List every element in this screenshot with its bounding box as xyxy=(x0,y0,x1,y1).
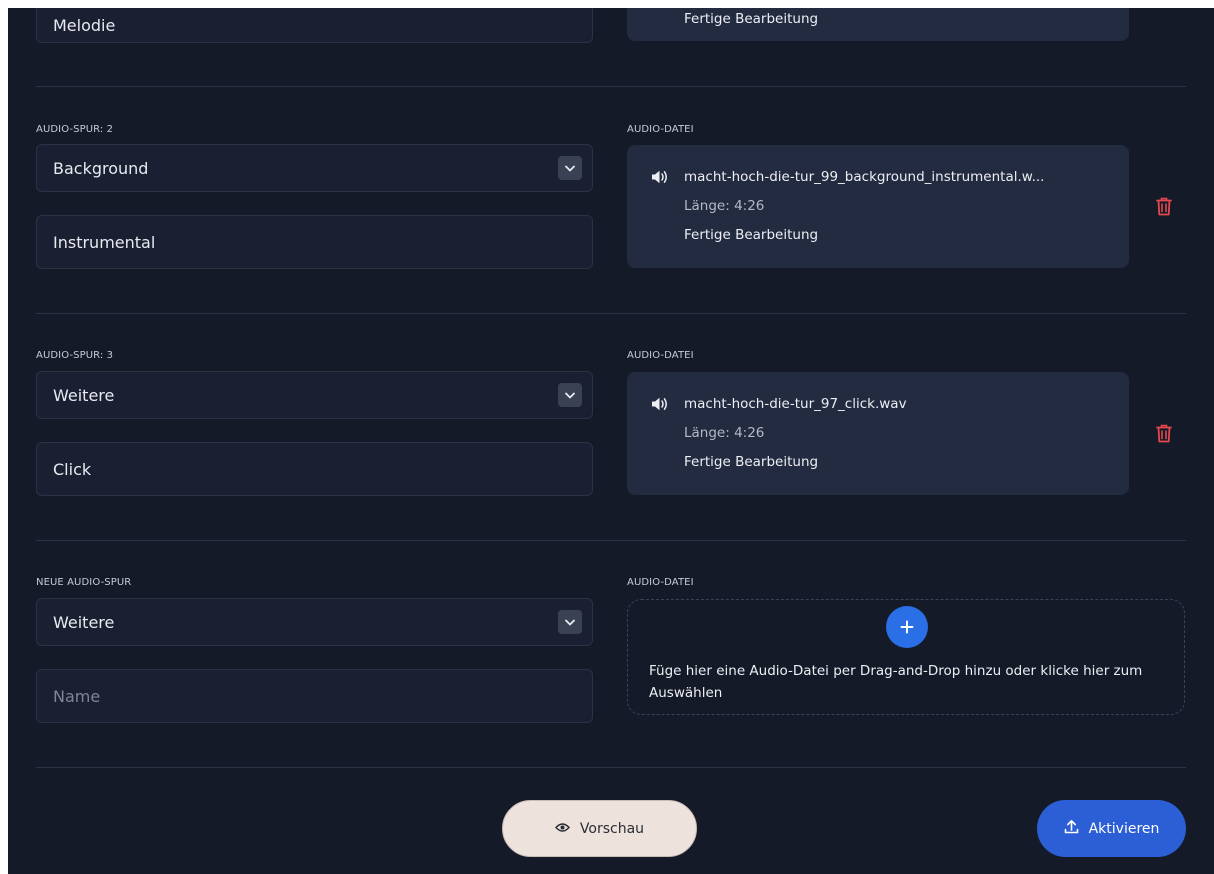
section-divider xyxy=(36,540,1186,541)
track-1-name-input[interactable]: Melodie xyxy=(36,8,593,43)
speaker-icon[interactable] xyxy=(651,169,669,189)
new-track-label: NEUE AUDIO-SPUR xyxy=(36,577,132,588)
track-1-name-value: Melodie xyxy=(53,16,116,35)
upload-icon xyxy=(1064,819,1079,838)
speaker-icon[interactable] xyxy=(651,396,669,416)
new-track-type-select[interactable]: Weitere xyxy=(36,598,593,646)
chevron-down-icon[interactable] xyxy=(558,156,582,180)
track-2-name-input[interactable]: Instrumental xyxy=(36,215,593,269)
activate-button-label: Aktivieren xyxy=(1088,820,1160,837)
new-track-name-placeholder: Name xyxy=(53,686,101,706)
preview-button-label: Vorschau xyxy=(579,820,645,837)
eye-icon xyxy=(554,821,570,837)
new-track-name-input[interactable]: Name xyxy=(36,669,593,723)
track-3-type-select[interactable]: Weitere xyxy=(36,371,593,419)
plus-icon[interactable] xyxy=(886,606,928,648)
new-track-file-label: AUDIO-DATEI xyxy=(627,577,694,588)
track-2-label: AUDIO-SPUR: 2 xyxy=(36,124,114,135)
section-divider xyxy=(36,313,1186,314)
track-2-type-value: Background xyxy=(53,158,149,178)
chevron-down-icon[interactable] xyxy=(558,610,582,634)
track-3-file-status: Fertige Bearbeitung xyxy=(684,454,819,470)
track-2-name-value: Instrumental xyxy=(53,232,156,252)
track-1-file-card: Fertige Bearbeitung xyxy=(627,8,1129,41)
track-3-file-duration: Länge: 4:26 xyxy=(684,425,765,441)
new-track-type-value: Weitere xyxy=(53,612,115,632)
track-3-file-label: AUDIO-DATEI xyxy=(627,350,694,361)
trash-icon[interactable] xyxy=(1154,422,1174,444)
track-1-file-status: Fertige Bearbeitung xyxy=(684,11,819,27)
track-2-file-duration: Länge: 4:26 xyxy=(684,198,765,214)
track-2-type-select[interactable]: Background xyxy=(36,144,593,192)
activate-button[interactable]: Aktivieren xyxy=(1037,800,1186,857)
track-2-file-name: macht-hoch-die-tur_99_background_instrum… xyxy=(684,169,1045,185)
section-divider xyxy=(36,86,1186,87)
track-3-file-name: macht-hoch-die-tur_97_click.wav xyxy=(684,396,907,412)
dropzone-instructions: Füge hier eine Audio-Datei per Drag-and-… xyxy=(649,663,1143,701)
track-3-file-card: macht-hoch-die-tur_97_click.wav Länge: 4… xyxy=(627,372,1129,495)
section-divider xyxy=(36,767,1186,768)
track-3-name-input[interactable]: Click xyxy=(36,442,593,496)
preview-button[interactable]: Vorschau xyxy=(502,800,697,857)
track-3-label: AUDIO-SPUR: 3 xyxy=(36,350,114,361)
track-2-file-label: AUDIO-DATEI xyxy=(627,124,694,135)
audio-file-dropzone[interactable]: Füge hier eine Audio-Datei per Drag-and-… xyxy=(627,599,1185,715)
track-3-name-value: Click xyxy=(53,459,92,479)
track-2-file-status: Fertige Bearbeitung xyxy=(684,227,819,243)
trash-icon[interactable] xyxy=(1154,195,1174,217)
track-3-type-value: Weitere xyxy=(53,385,115,405)
track-2-file-card: macht-hoch-die-tur_99_background_instrum… xyxy=(627,145,1129,268)
chevron-down-icon[interactable] xyxy=(558,383,582,407)
audio-tracks-editor: Melodie Fertige Bearbeitung AUDIO-SPUR: … xyxy=(8,8,1214,874)
